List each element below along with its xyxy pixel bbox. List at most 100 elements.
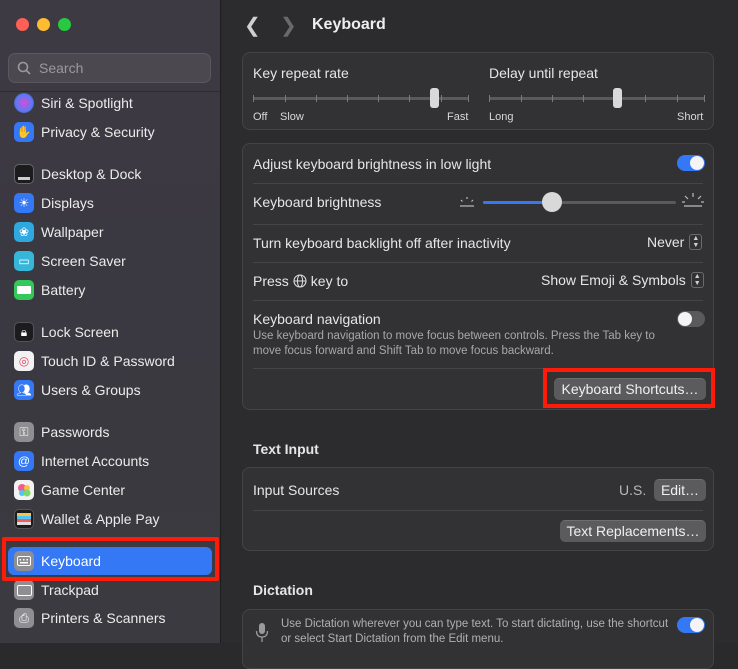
sidebar-item-label: Displays [41, 195, 94, 211]
edit-input-sources-button[interactable]: Edit… [654, 479, 706, 501]
text-input-section-title: Text Input [253, 441, 319, 457]
slider-tick [347, 95, 348, 102]
sidebar-item-wallet-apple-pay[interactable]: Wallet & Apple Pay [8, 505, 212, 533]
delay-repeat-slider[interactable] [489, 87, 705, 111]
adjust-brightness-label: Adjust keyboard brightness in low light [253, 156, 492, 172]
screensaver-icon: ▭ [14, 251, 34, 271]
at-icon: @ [14, 451, 34, 471]
dictation-section-title: Dictation [253, 582, 313, 598]
backlight-off-value: Never [647, 234, 685, 250]
sidebar-item-label: Game Center [41, 482, 126, 498]
zoom-window-button[interactable] [58, 18, 71, 31]
sidebar-item-touch-id-password[interactable]: ◎ Touch ID & Password [8, 347, 212, 375]
keyboard-highlight-box [2, 537, 219, 581]
slider-tick [378, 95, 379, 102]
main-pane: ❮ ❯ Keyboard Key repeat rate Delay until… [222, 0, 738, 669]
slider-tick [285, 95, 286, 102]
delay-short-label: Short [677, 111, 704, 123]
users-icon: 👥︎ [14, 380, 34, 400]
press-key-label-pre: Press [253, 273, 289, 289]
forward-chevron-icon[interactable]: ❯ [280, 13, 297, 38]
row-separator [253, 510, 703, 511]
dictation-card: Use Dictation wherever you can type text… [242, 609, 714, 669]
key-repeat-thumb[interactable] [430, 88, 439, 108]
sidebar-item-internet-accounts[interactable]: @ Internet Accounts [8, 447, 212, 475]
search-input[interactable] [37, 59, 201, 77]
sidebar-item-lock-screen[interactable]: 🔒︎ Lock Screen [8, 318, 212, 346]
text-input-card: Input Sources U.S. Edit… Text Replacemen… [242, 467, 714, 551]
press-key-popup[interactable]: Show Emoji & Symbols ▲ ▼ [541, 272, 704, 288]
key-repeat-off-label: Off [253, 111, 268, 123]
toggle-knob [678, 312, 692, 326]
globe-icon [293, 274, 307, 288]
backlight-off-label: Turn keyboard backlight off after inacti… [253, 235, 511, 251]
press-key-label-post: key to [310, 273, 349, 289]
sidebar-item-label: Privacy & Security [41, 124, 155, 140]
search-field[interactable] [8, 53, 211, 83]
slider-tick [441, 95, 442, 102]
back-chevron-icon[interactable]: ❮ [244, 13, 261, 38]
window-controls [16, 18, 71, 31]
row-separator [253, 183, 703, 184]
printer-icon: ⎙ [14, 608, 34, 628]
sidebar-item-label: Wallet & Apple Pay [41, 511, 160, 527]
sidebar-item-label: Printers & Scanners [41, 610, 166, 626]
row-separator [253, 224, 703, 225]
siri-icon [14, 93, 34, 113]
sidebar-item-wallpaper[interactable]: ❀ Wallpaper [8, 218, 212, 246]
keyboard-navigation-toggle[interactable] [677, 311, 705, 327]
slider-tick [583, 95, 584, 102]
wallet-icon [14, 509, 34, 529]
close-window-button[interactable] [16, 18, 29, 31]
delay-long-label: Long [489, 111, 514, 123]
sidebar-item-users-groups[interactable]: 👥︎ Users & Groups [8, 376, 212, 404]
brightness-thumb[interactable] [542, 192, 562, 212]
toolbar: ❮ ❯ Keyboard [222, 0, 738, 50]
minimize-window-button[interactable] [37, 18, 50, 31]
keyboard-shortcuts-highlight-box [543, 368, 715, 408]
adjust-brightness-toggle[interactable] [677, 155, 705, 171]
sidebar-item-game-center[interactable]: Game Center [8, 476, 212, 504]
sidebar-item-printers-scanners[interactable]: ⎙ Printers & Scanners [8, 604, 212, 632]
text-replacements-button[interactable]: Text Replacements… [560, 520, 706, 542]
flower-icon: ❀ [14, 222, 34, 242]
sidebar: Siri & Spotlight ✋ Privacy & Security De… [0, 0, 221, 643]
backlight-off-popup[interactable]: Never ▲ ▼ [647, 234, 703, 250]
sidebar-item-privacy-security[interactable]: ✋ Privacy & Security [8, 118, 212, 146]
sidebar-item-label: Touch ID & Password [41, 353, 175, 369]
sidebar-item-label: Siri & Spotlight [41, 95, 133, 111]
keyboard-brightness-label: Keyboard brightness [253, 194, 382, 210]
battery-icon [14, 280, 34, 300]
press-key-value: Show Emoji & Symbols [541, 272, 686, 288]
slider-tick [552, 95, 553, 102]
hand-icon: ✋ [14, 122, 34, 142]
slider-tick [677, 95, 678, 102]
sidebar-item-passwords[interactable]: ⚿ Passwords [8, 418, 212, 446]
system-settings-window: Siri & Spotlight ✋ Privacy & Security De… [0, 0, 738, 669]
sidebar-item-label: Battery [41, 282, 86, 298]
popup-chevron-icon: ▲ ▼ [689, 234, 703, 250]
sidebar-item-screen-saver[interactable]: ▭ Screen Saver [8, 247, 212, 275]
sidebar-item-label: Trackpad [41, 582, 99, 598]
brightness-low-icon [460, 197, 474, 207]
brightness-high-icon [682, 193, 704, 207]
sidebar-item-label: Users & Groups [41, 382, 141, 398]
sidebar-item-desktop-dock[interactable]: Desktop & Dock [8, 160, 212, 188]
sidebar-item-siri-spotlight[interactable]: Siri & Spotlight [8, 89, 212, 117]
sidebar-item-battery[interactable]: Battery [8, 276, 212, 304]
key-repeat-label: Key repeat rate [253, 65, 349, 81]
keyboard-brightness-slider[interactable] [483, 191, 676, 213]
row-separator [253, 300, 703, 301]
toggle-knob [690, 618, 704, 632]
dictation-toggle[interactable] [677, 617, 705, 633]
row-separator [253, 262, 703, 263]
sidebar-item-label: Lock Screen [41, 324, 119, 340]
sidebar-item-displays[interactable]: ☀ Displays [8, 189, 212, 217]
trackpad-icon [14, 580, 34, 600]
key-repeat-slider[interactable] [253, 87, 469, 111]
popup-chevron-icon: ▲ ▼ [690, 272, 704, 288]
sun-icon: ☀ [14, 193, 34, 213]
repeat-card: Key repeat rate Delay until repeat Off S… [242, 52, 714, 130]
dock-icon [14, 164, 34, 184]
delay-repeat-thumb[interactable] [613, 88, 622, 108]
